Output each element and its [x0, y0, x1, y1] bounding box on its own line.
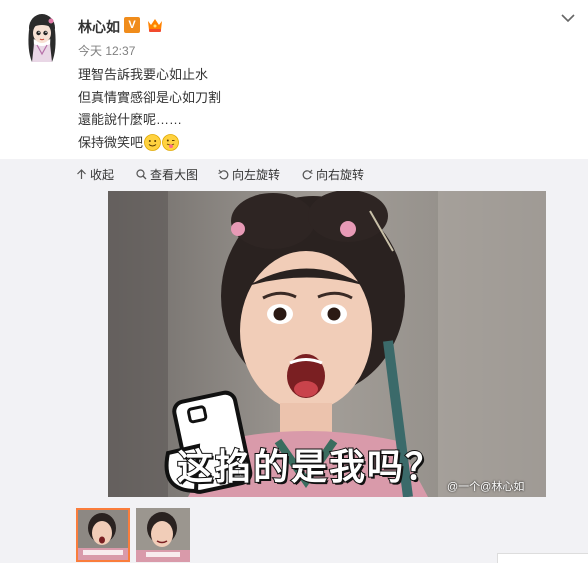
- rotate-right-button[interactable]: 向右旋转: [302, 166, 364, 183]
- post-text-line: 理智告訴我要心如止水: [78, 67, 209, 82]
- rotate-right-label: 向右旋转: [316, 168, 365, 182]
- thumbnail-1[interactable]: [76, 508, 130, 562]
- smile-emoji-icon: [144, 133, 161, 151]
- post-text-line: 還能說什麼呢……: [78, 112, 183, 127]
- post-time[interactable]: 今天 12:37: [78, 42, 135, 59]
- image-watermark: @一个@林心如: [447, 481, 525, 493]
- collapse-label: 收起: [90, 168, 115, 182]
- post-text-line: 保持微笑吧: [78, 134, 144, 150]
- post-text: 理智告訴我要心如止水 但真情實感卻是心如刀割 還能說什麼呢…… 保持微笑吧: [78, 64, 221, 154]
- tongue-emoji-icon: [162, 133, 179, 151]
- user-name[interactable]: 林心如: [78, 17, 120, 37]
- rotate-left-button[interactable]: 向左旋转: [218, 166, 280, 183]
- bottom-corner-panel: [497, 553, 588, 563]
- search-icon: [136, 169, 147, 180]
- verified-icon: V: [124, 17, 140, 33]
- rotate-right-icon: [302, 169, 313, 180]
- post-text-line-last: 保持微笑吧: [78, 132, 221, 155]
- weibo-post-card: 林心如 V 今天 12:37 理智告訴我要心如止水 但真情實感卻是心如刀割 還能…: [0, 0, 588, 563]
- post-text-line: 但真情實感卻是心如刀割: [78, 89, 222, 105]
- view-large-button[interactable]: 查看大图: [136, 166, 198, 183]
- thumbnail-2[interactable]: [136, 508, 190, 562]
- image-caption: 这掐的是我吗？: [176, 446, 444, 489]
- rotate-left-label: 向左旋转: [232, 168, 281, 182]
- chevron-down-icon[interactable]: [560, 10, 576, 26]
- avatar[interactable]: [22, 12, 62, 64]
- collapse-button[interactable]: 收起: [76, 166, 114, 183]
- member-crown-icon[interactable]: [146, 16, 164, 34]
- collapse-arrow-icon: [77, 169, 86, 179]
- view-large-label: 查看大图: [150, 168, 199, 182]
- rotate-left-icon: [218, 169, 229, 180]
